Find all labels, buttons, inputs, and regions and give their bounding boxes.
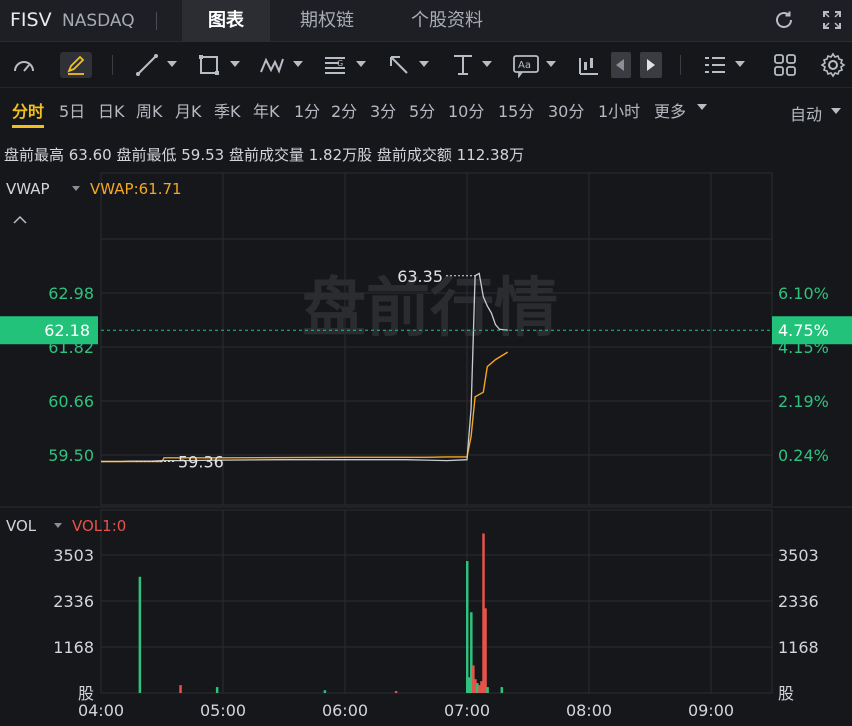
vwap-value-label: VWAP:61.71 (90, 180, 182, 198)
time-tick-label: 06:00 (322, 701, 368, 720)
chart-grid (0, 172, 852, 694)
volume-tick-label: 1168 (53, 638, 94, 657)
price-indicator-dropdown-icon[interactable] (72, 186, 80, 191)
price-y-axis: 62.9861.8260.6659.50 (48, 284, 94, 465)
volume-bar (394, 691, 398, 693)
volume-bars (138, 533, 504, 693)
low-marker-label: 59.36 (178, 453, 224, 472)
current-percent-label: 4.75% (778, 321, 829, 340)
volume-y-axis: 3503 35032336 23361168 1168股股 (53, 546, 818, 703)
volume-indicator-dropdown-icon[interactable] (54, 523, 62, 528)
time-tick-label: 09:00 (688, 701, 734, 720)
percent-tick-label: 2.19% (778, 392, 829, 411)
volume-value-label: VOL1:0 (72, 517, 126, 535)
vwap-path (101, 351, 509, 463)
price-tick-label: 62.98 (48, 284, 94, 303)
volume-bar (215, 687, 219, 693)
volume-tick-label: 2336 (53, 592, 94, 611)
volume-bar (179, 685, 182, 693)
collapse-chevron-icon[interactable] (13, 215, 27, 224)
volume-bar (138, 576, 142, 693)
time-tick-label: 04:00 (78, 701, 124, 720)
volume-bar (486, 687, 489, 693)
volume-bar (500, 687, 504, 693)
time-tick-label: 05:00 (200, 701, 246, 720)
volume-tick-label-right: 股 (778, 684, 794, 703)
price-chart[interactable]: 盘前行情 VWAP VWAP:61.71 62.9861.8260.6659.5… (0, 0, 852, 726)
price-tick-label: 60.66 (48, 392, 94, 411)
volume-indicator-label: VOL (6, 517, 37, 535)
high-marker-label: 63.35 (397, 267, 443, 286)
volume-tick-label-right: 2336 (778, 592, 819, 611)
volume-tick-label-right: 1168 (778, 638, 819, 657)
time-x-axis: 04:00 05:00 06:00 07:00 08:00 09:00 (78, 701, 734, 720)
volume-tick-label-right: 3503 (778, 546, 819, 565)
current-price-label: 62.18 (44, 321, 90, 340)
percent-tick-label: 0.24% (778, 446, 829, 465)
volume-bar (466, 561, 469, 693)
vwap-line (101, 351, 509, 463)
volume-tick-label: 3503 (53, 546, 94, 565)
price-indicator-label: VWAP (6, 180, 50, 198)
percent-tick-label: 6.10% (778, 284, 829, 303)
time-tick-label: 07:00 (444, 701, 490, 720)
volume-bar (323, 690, 327, 693)
percent-y-axis: 6.10%4.15%2.19%0.24% (778, 284, 829, 465)
price-tick-label: 59.50 (48, 446, 94, 465)
time-tick-label: 08:00 (566, 701, 612, 720)
volume-bar (484, 608, 487, 693)
